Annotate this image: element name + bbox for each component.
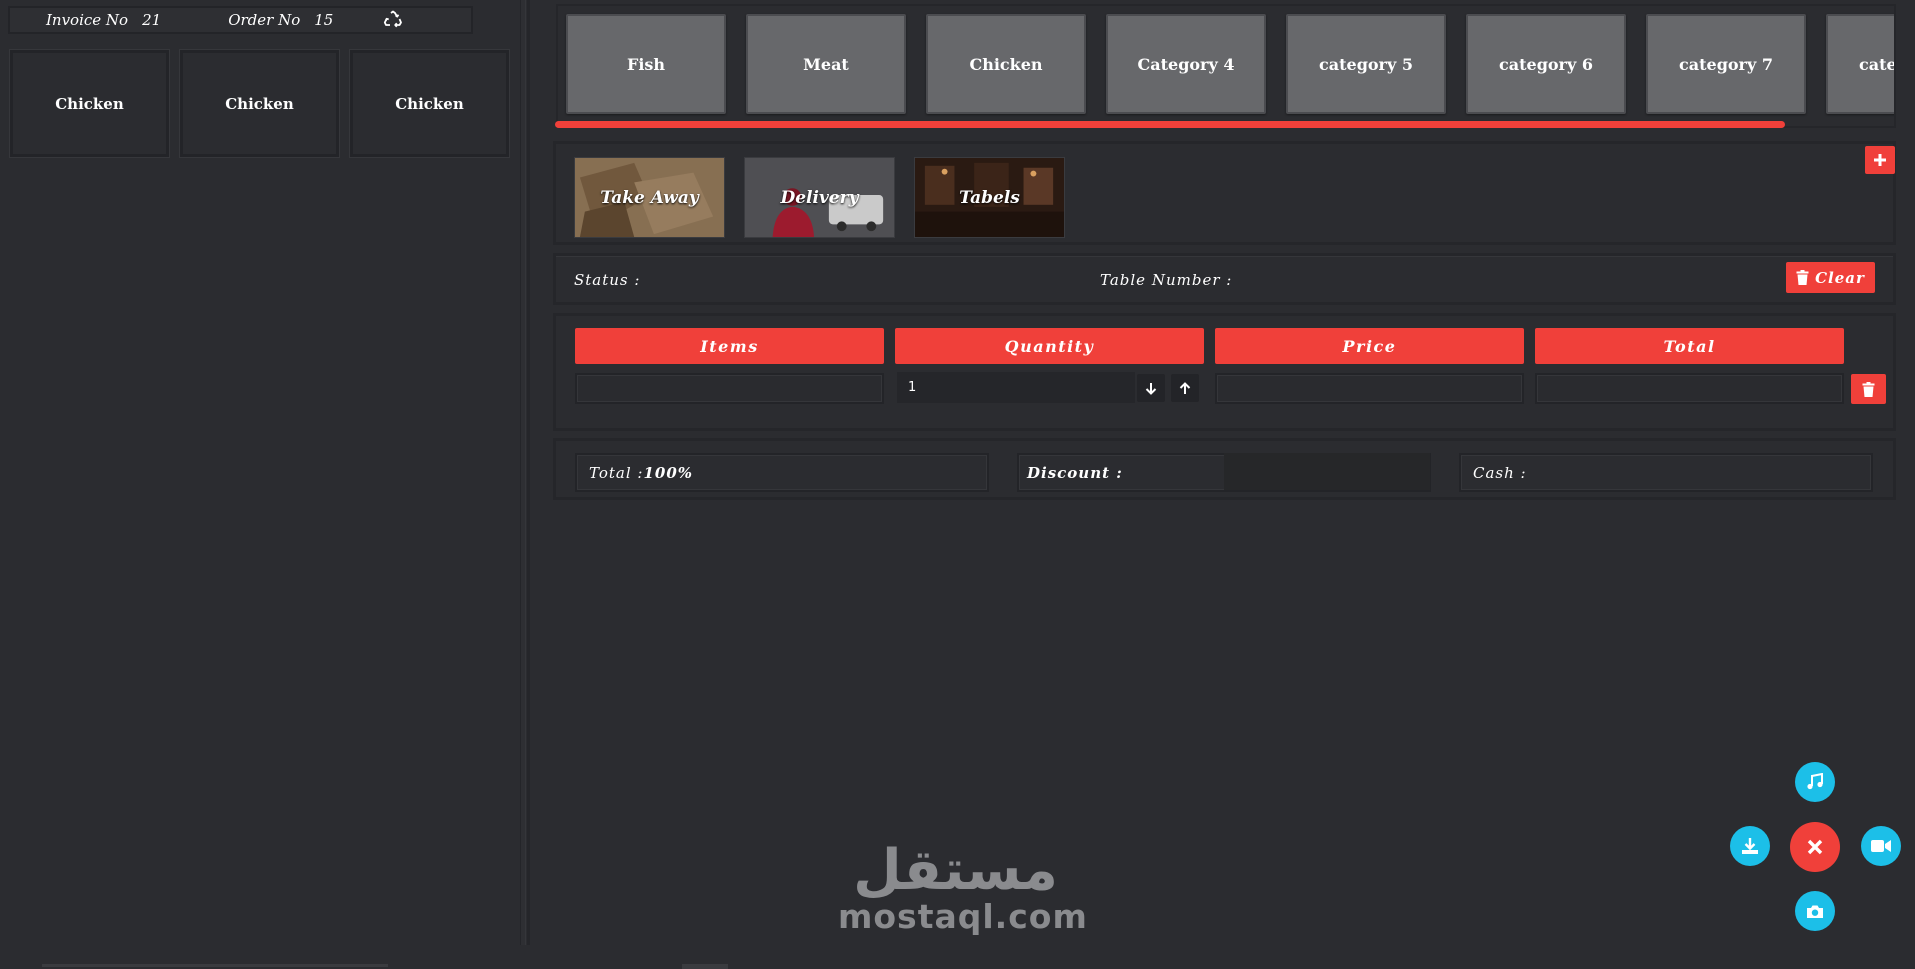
arrow-down-icon: [1145, 382, 1157, 395]
header-label: Total: [1663, 336, 1716, 356]
status-bar: Status : Table Number :: [553, 253, 1896, 305]
category-button[interactable]: Chicken: [926, 14, 1086, 114]
trash-icon: [1796, 270, 1809, 285]
video-icon: [1871, 840, 1891, 852]
discount-input[interactable]: [1224, 453, 1430, 490]
watermark-latin: mostaql.com: [838, 897, 1088, 936]
invoice-label: Invoice No: [46, 11, 129, 29]
video-button[interactable]: [1861, 826, 1901, 866]
category-track: Fish Meat Chicken Category 4 category 5 …: [566, 14, 1896, 114]
category-button[interactable]: Category 4: [1106, 14, 1266, 114]
category-scrollbar[interactable]: [555, 121, 1785, 128]
arrow-up-icon: [1179, 381, 1191, 394]
discount-label: Discount :: [1027, 463, 1123, 482]
order-type-panel: Take Away Delivery Tabels: [553, 141, 1896, 245]
total-value: 100%: [643, 463, 694, 482]
trash-icon: [1862, 381, 1875, 397]
header-total: Total: [1535, 328, 1844, 364]
horizontal-scrollbar-thumb[interactable]: [682, 964, 728, 969]
category-label: Fish: [626, 54, 666, 74]
quantity-increase-button[interactable]: [1171, 374, 1199, 402]
category-label: Chicken: [969, 54, 1043, 74]
invoice-bar: Invoice No 21 Order No 15: [8, 6, 473, 34]
price-cell[interactable]: [1215, 373, 1524, 404]
category-button[interactable]: category 8: [1826, 14, 1896, 114]
music-button[interactable]: [1795, 762, 1835, 802]
panel-divider[interactable]: [520, 0, 526, 945]
download-button[interactable]: [1730, 826, 1770, 866]
order-number: 15: [314, 11, 334, 29]
header-price: Price: [1215, 328, 1524, 364]
quantity-input[interactable]: [897, 372, 1135, 403]
item-cell[interactable]: [575, 373, 884, 404]
invoice-number: 21: [142, 11, 162, 29]
status-label: Status :: [574, 271, 641, 289]
quantity-decrease-button[interactable]: [1137, 374, 1165, 402]
category-label: category 8: [1859, 54, 1896, 74]
category-label: Meat: [803, 54, 849, 74]
watermark-arabic: مستقل: [853, 838, 1058, 903]
clear-button[interactable]: Clear: [1786, 262, 1875, 293]
tables-label: Tabels: [959, 187, 1020, 208]
order-label: Order No: [228, 11, 301, 29]
camera-button[interactable]: [1795, 891, 1835, 931]
product-label: Chicken: [395, 94, 464, 113]
product-card[interactable]: Chicken: [180, 50, 339, 157]
download-icon: [1742, 838, 1758, 854]
category-label: category 7: [1679, 54, 1773, 74]
music-icon: [1807, 773, 1823, 790]
delivery-label: Delivery: [780, 187, 859, 208]
category-label: category 6: [1499, 54, 1593, 74]
header-label: Items: [700, 336, 759, 356]
total-box: Total : 100%: [575, 453, 989, 492]
delete-row-button[interactable]: [1851, 374, 1886, 404]
category-button[interactable]: category 7: [1646, 14, 1806, 114]
camera-icon: [1807, 905, 1823, 918]
take-away-label: Take Away: [600, 187, 699, 208]
product-label: Chicken: [55, 94, 124, 113]
total-label: Total :: [589, 463, 644, 482]
close-fab-button[interactable]: [1790, 822, 1840, 872]
category-button[interactable]: Meat: [746, 14, 906, 114]
product-card[interactable]: Chicken: [10, 50, 169, 157]
category-bar: Fish Meat Chicken Category 4 category 5 …: [556, 4, 1896, 128]
category-label: category 5: [1319, 54, 1413, 74]
plus-icon: [1874, 154, 1886, 166]
product-card[interactable]: Chicken: [350, 50, 509, 157]
product-grid: Chicken Chicken Chicken: [10, 50, 509, 157]
header-quantity: Quantity: [895, 328, 1204, 364]
product-label: Chicken: [225, 94, 294, 113]
cash-box: Cash :: [1459, 453, 1873, 492]
tables-card[interactable]: Tabels: [914, 157, 1065, 238]
cash-label: Cash :: [1473, 463, 1527, 482]
take-away-card[interactable]: Take Away: [574, 157, 725, 238]
header-label: Price: [1342, 336, 1397, 356]
clear-label: Clear: [1815, 268, 1865, 287]
watermark-logo: مستقل mostaql.com: [838, 838, 1088, 937]
close-icon: [1807, 839, 1823, 855]
header-label: Quantity: [1004, 336, 1095, 356]
delivery-card[interactable]: Delivery: [744, 157, 895, 238]
items-table: Items Quantity Price Total: [553, 313, 1896, 431]
category-button[interactable]: Fish: [566, 14, 726, 114]
horizontal-scrollbar[interactable]: [42, 964, 388, 967]
category-button[interactable]: category 5: [1286, 14, 1446, 114]
header-items: Items: [575, 328, 884, 364]
category-button[interactable]: category 6: [1466, 14, 1626, 114]
category-label: Category 4: [1137, 54, 1235, 74]
recycle-icon[interactable]: [383, 10, 403, 30]
add-button[interactable]: [1865, 146, 1895, 174]
total-cell[interactable]: [1535, 373, 1844, 404]
table-number-label: Table Number :: [1100, 271, 1233, 289]
